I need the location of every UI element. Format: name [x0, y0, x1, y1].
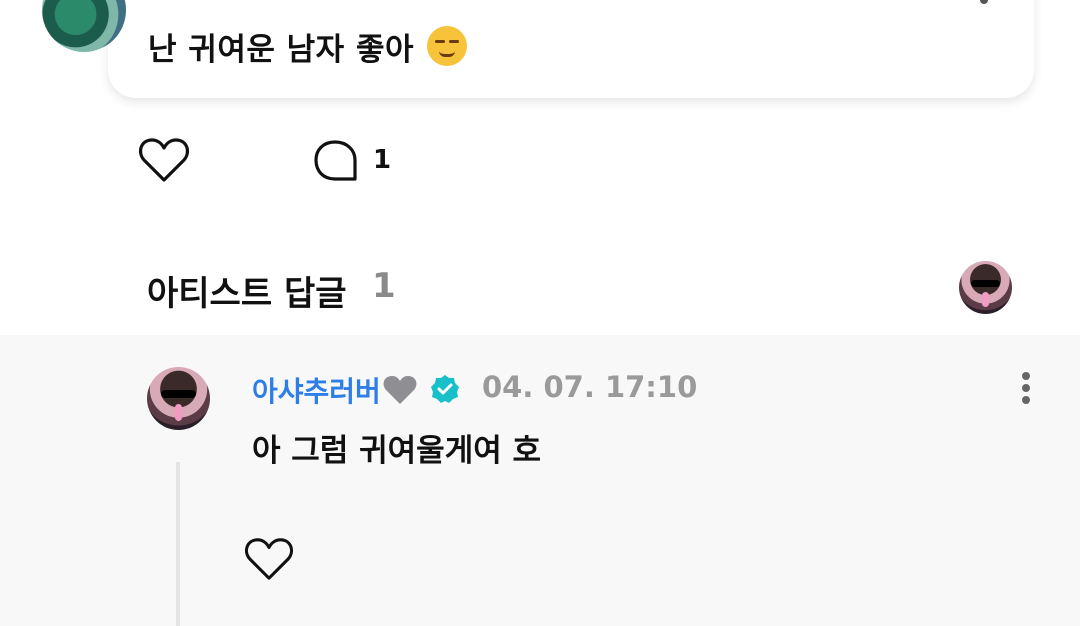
reply-like-heart-icon[interactable]	[244, 536, 294, 582]
reply-text: 아 그럼 귀여울게여 호	[252, 433, 542, 469]
smirking-face-emoji-icon	[427, 26, 468, 66]
artist-header-avatar[interactable]	[959, 261, 1012, 314]
reply-author-name-text: 아샤추러버	[252, 375, 381, 408]
artist-replies-count: 1	[372, 266, 396, 306]
reply-more-icon[interactable]	[1016, 370, 1036, 406]
comment-icon[interactable]	[313, 139, 359, 183]
grey-heart-icon	[383, 375, 417, 412]
thread-line	[176, 462, 180, 626]
reply-author-avatar[interactable]	[147, 367, 210, 430]
reply-timestamp: 04. 07. 17:10	[482, 370, 698, 404]
comment-count: 1	[373, 145, 392, 175]
post-text-content: 난 귀여운 남자 좋아	[148, 32, 415, 68]
post-text: 난 귀여운 남자 좋아	[148, 24, 468, 69]
reply-author-name[interactable]: 아샤추러버	[252, 370, 417, 412]
like-heart-icon[interactable]	[138, 136, 190, 184]
artist-replies-title: 아티스트 답글	[147, 274, 347, 314]
verified-badge-icon	[430, 374, 460, 408]
